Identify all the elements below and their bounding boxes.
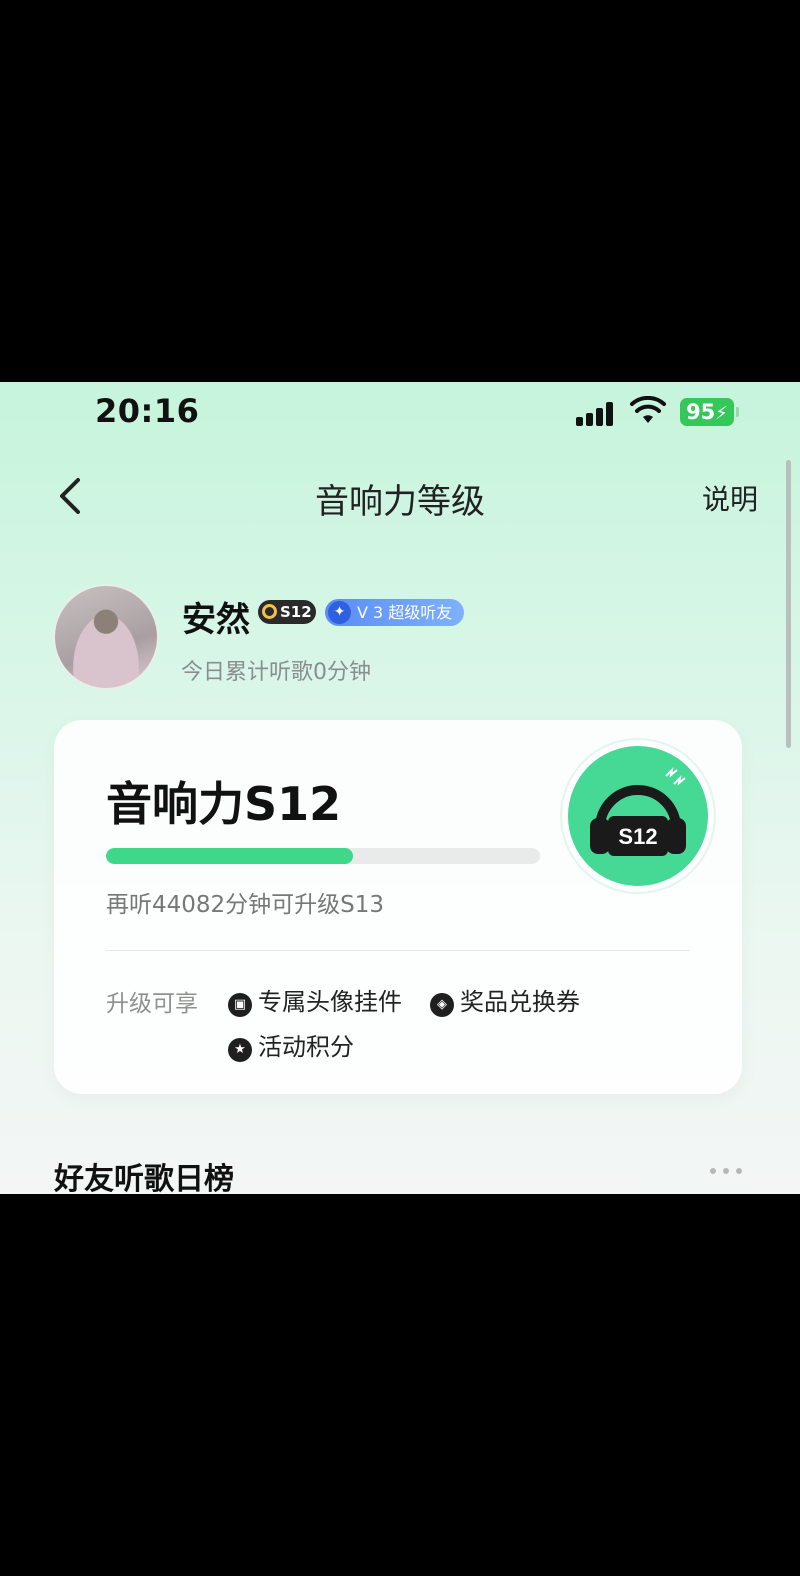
level-progress-fill [106,848,354,864]
star-icon: ★ [228,1038,252,1062]
coupon-icon: ◈ [430,993,454,1017]
battery-charging-icon: 95⚡ [680,398,734,426]
battery-level: 95 [686,400,716,424]
vip-badge-label: V 3 超级听友 [357,603,453,622]
level-progress-bar [106,848,540,864]
perk-avatar-frame: ▣ 专属头像挂件 [228,982,402,1017]
perk-coupon: ◈ 奖品兑换券 [430,982,580,1017]
avatar[interactable] [53,584,159,690]
perks-label: 升级可享 [106,991,198,1017]
level-badge-icon [262,604,277,619]
perk-label: 奖品兑换券 [460,988,580,1016]
headphone-icon: S12 [590,766,686,856]
perk-label: 专属头像挂件 [258,988,402,1016]
explain-button[interactable]: 说明 [702,478,758,518]
avatar-frame-icon: ▣ [228,993,252,1017]
headphone-level-icon: S12 [568,746,708,886]
signal-icon [576,400,618,426]
status-time: 20:16 [95,392,200,430]
app-screen: 20:16 95⚡ 音响力等级 说明 安然 S12 ✦ V 3 超级听友 今日累… [0,382,800,1194]
icon-badge-label: S12 [618,824,657,849]
page-title: 音响力等级 [315,482,485,522]
username: 安然 [182,600,250,640]
vip-badge[interactable]: ✦ V 3 超级听友 [325,599,465,626]
upgrade-hint: 再听44082分钟可升级S13 [106,892,385,918]
wifi-icon [630,396,666,423]
perk-points: ★ 活动积分 [228,1027,354,1062]
listen-today-text: 今日累计听歌0分钟 [181,660,371,685]
level-badge[interactable]: S12 [258,600,316,624]
battery-cap [736,407,739,417]
scrollbar[interactable] [786,460,791,748]
divider [106,950,690,951]
perk-label: 活动积分 [258,1033,354,1061]
level-badge-label: S12 [280,603,312,621]
level-title: 音响力S12 [106,777,342,831]
more-dots-icon[interactable] [710,1168,744,1176]
level-card: 音响力S12 再听44082分钟可升级S13 升级可享 ▣ 专属头像挂件 ◈ 奖品兑… [54,720,742,1094]
friends-rank-title: 好友听歌日榜 [54,1162,234,1194]
vip-star-icon: ✦ [328,601,351,624]
